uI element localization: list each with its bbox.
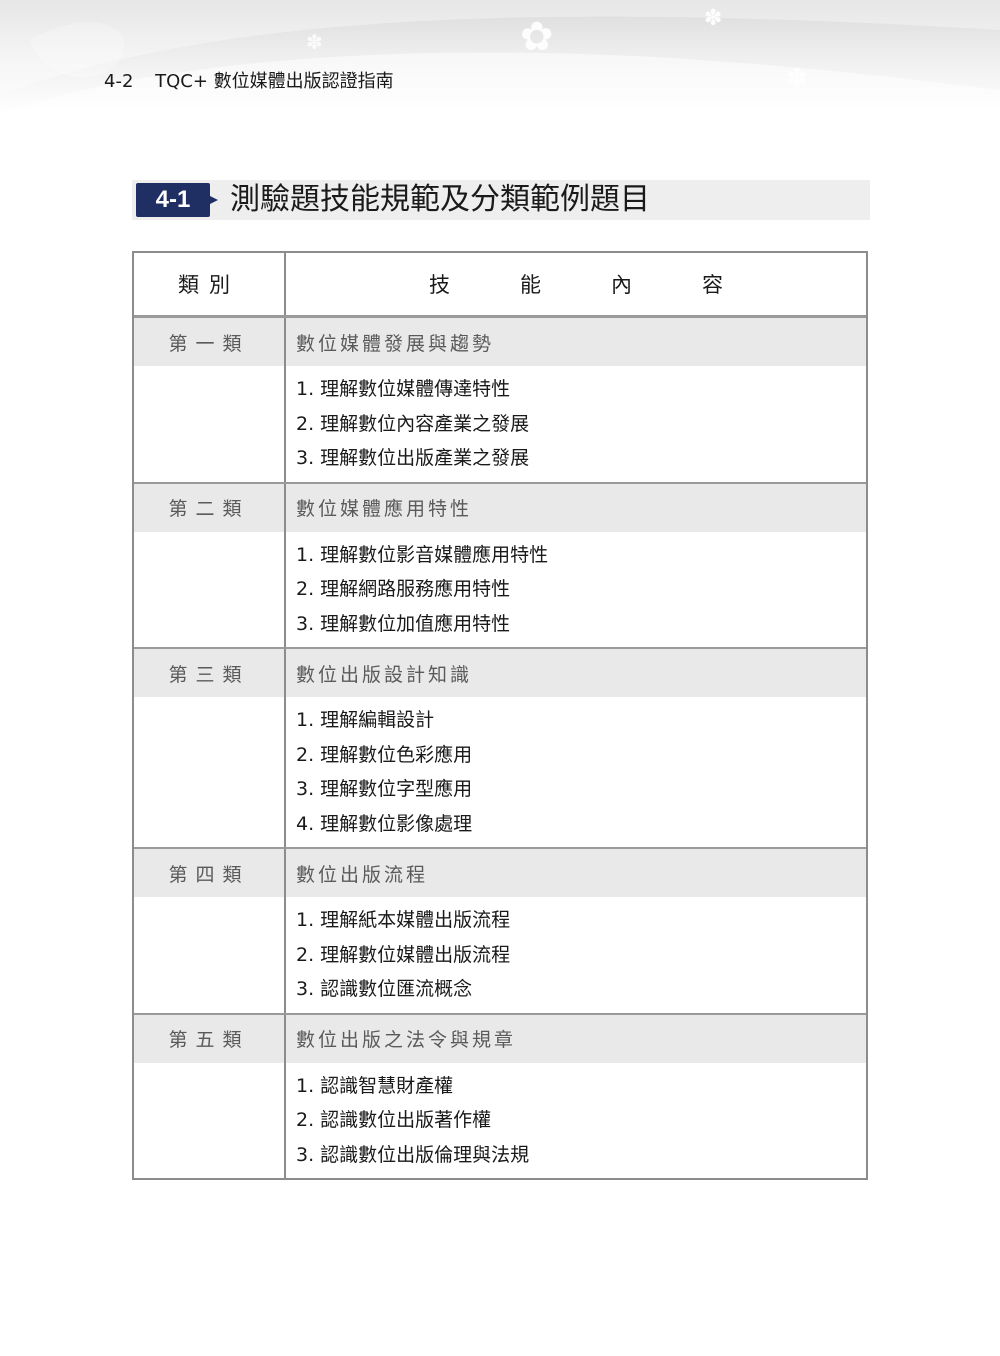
category-label: 第五類 [134,1014,286,1063]
page-number: 4-2 [104,71,134,92]
skill-item: 1. 認識智慧財產權 [296,1074,454,1097]
empty-category-cell [134,1062,286,1178]
skill-item: 3. 認識數位出版倫理與法規 [296,1143,530,1166]
category-block: 第五類 數位出版之法令與規章 1. 認識智慧財產權 2. 認識數位出版著作權 3. 認識… [134,1014,866,1179]
table-header-row: 類別 技能內容 [134,253,866,318]
skill-item: 2. 認識數位出版著作權 [296,1109,492,1131]
skill-items-row: 1. 理解紙本媒體出版流程 2. 理解數位媒體出版流程 3. 認識數位匯流概念 [134,897,866,1013]
category-label: 第二類 [134,483,286,532]
empty-category-cell [134,366,286,482]
category-title: 數位出版流程 [296,863,429,886]
category-row: 第四類 數位出版流程 [134,849,866,897]
skill-items-list: 1. 理解編輯設計 2. 理解數位色彩應用 3. 理解數位字型應用 4. 理解數位影像… [286,697,866,847]
skill-items-row: 1. 認識智慧財產權 2. 認識數位出版著作權 3. 認識數位出版倫理與法規 [134,1062,866,1179]
banner-swoosh-decoration [0,0,1000,114]
header-category: 類別 [134,253,286,315]
flower-icon: ✽ [704,6,723,31]
empty-category-cell [134,897,286,1013]
header-banner: ✿ ✽ ✽ ✽ 4-2 TQC+ 數位媒體出版認證指南 [0,0,1000,114]
category-block: 第四類 數位出版流程 1. 理解紙本媒體出版流程 2. 理解數位媒體出版流程 3. 認識… [134,849,866,1015]
flower-icon: ✽ [306,30,323,54]
skill-item: 3. 認識數位匯流概念 [296,978,473,1000]
skill-items-row: 1. 理解數位媒體傳達特性 2. 理解數位內容產業之發展 3. 理解數位出版產業之發… [134,366,866,482]
skill-item: 2. 理解數位內容產業之發展 [296,412,530,435]
category-title: 數位出版之法令與規章 [296,1029,517,1051]
category-title: 數位出版設計知識 [296,663,473,686]
category-block: 第一類 數位媒體發展與趨勢 1. 理解數位媒體傳達特性 2. 理解數位內容產業之發展 3… [134,318,866,484]
category-label: 第一類 [134,318,286,366]
flower-icon: ✽ [786,64,808,94]
category-list: 第一類 數位媒體發展與趨勢 1. 理解數位媒體傳達特性 2. 理解數位內容產業之發展 3… [134,318,866,1178]
skill-item: 1. 理解數位影音媒體應用特性 [296,543,549,566]
empty-category-cell [134,531,286,647]
skill-items-list: 1. 認識智慧財產權 2. 認識數位出版著作權 3. 認識數位出版倫理與法規 [286,1063,866,1179]
category-block: 第二類 數位媒體應用特性 1. 理解數位影音媒體應用特性 2. 理解網路服務應用特性 3… [134,483,866,649]
book-title: TQC+ 數位媒體出版認證指南 [155,71,394,92]
category-row: 第二類 數位媒體應用特性 [134,483,866,532]
skill-item: 3. 理解數位加值應用特性 [296,612,511,635]
header-skill-content: 技能內容 [429,273,793,297]
skill-items-row: 1. 理解數位影音媒體應用特性 2. 理解網路服務應用特性 3. 理解數位加值應用特… [134,531,866,648]
skill-item: 4. 理解數位影像處理 [296,812,473,835]
category-row: 第一類 數位媒體發展與趨勢 [134,318,866,366]
skill-item: 1. 理解紙本媒體出版流程 [296,909,511,931]
category-title: 數位媒體應用特性 [296,498,473,520]
skill-items-row: 1. 理解編輯設計 2. 理解數位色彩應用 3. 理解數位字型應用 4. 理解數位影像… [134,697,866,847]
category-row: 第三類 數位出版設計知識 [134,649,866,697]
skill-item: 1. 理解數位媒體傳達特性 [296,378,511,400]
skill-items-list: 1. 理解數位媒體傳達特性 2. 理解數位內容產業之發展 3. 理解數位出版產業之發… [286,366,866,482]
skill-item: 1. 理解編輯設計 [296,709,435,731]
skill-items-list: 1. 理解數位影音媒體應用特性 2. 理解網路服務應用特性 3. 理解數位加值應用特… [286,532,866,648]
category-block: 第三類 數位出版設計知識 1. 理解編輯設計 2. 理解數位色彩應用 3. 理解數位字型… [134,649,866,849]
section-heading: 測驗題技能規範及分類範例題目 [230,182,650,217]
skill-item: 2. 理解網路服務應用特性 [296,578,511,600]
category-row: 第五類 數位出版之法令與規章 [134,1014,866,1063]
flower-icon: ✿ [520,14,554,60]
skill-item: 3. 理解數位出版產業之發展 [296,447,530,469]
section-number-badge: 4-1 [136,183,218,217]
skills-table: 類別 技能內容 第一類 數位媒體發展與趨勢 1. 理解數位媒體傳達特性 2. 理解數位… [132,251,868,1180]
running-head: 4-2 TQC+ 數位媒體出版認證指南 [104,67,394,93]
section-title-bar: 4-1 測驗題技能規範及分類範例題目 [132,180,870,220]
skill-item: 2. 理解數位媒體出版流程 [296,943,511,966]
skill-items-list: 1. 理解紙本媒體出版流程 2. 理解數位媒體出版流程 3. 認識數位匯流概念 [286,897,866,1013]
empty-category-cell [134,697,286,847]
category-title: 數位媒體發展與趨勢 [296,332,495,355]
category-label: 第四類 [134,849,286,897]
skill-item: 3. 理解數位字型應用 [296,778,473,800]
category-label: 第三類 [134,649,286,697]
skill-item: 2. 理解數位色彩應用 [296,743,473,766]
